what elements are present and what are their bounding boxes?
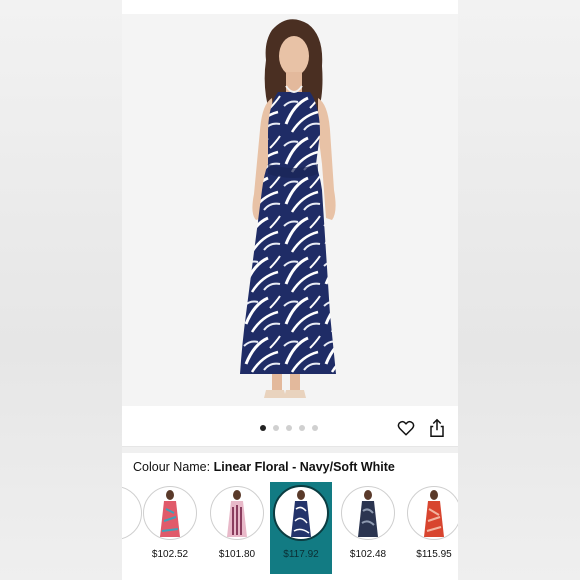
- background-left: [0, 0, 122, 580]
- product-card: Colour Name: Linear Floral - Navy/Soft W…: [122, 0, 458, 580]
- swatch-thumbnail: [407, 486, 458, 540]
- swatch-3-selected[interactable]: $117.92: [270, 482, 332, 574]
- swatch-5[interactable]: $115.95: [403, 482, 458, 574]
- colour-value: Linear Floral - Navy/Soft White: [213, 460, 395, 474]
- swatch-price: $101.80: [218, 549, 256, 560]
- swatch-thumbnail: [210, 486, 264, 540]
- top-strip: [122, 0, 458, 14]
- product-image: [240, 19, 336, 398]
- pagination-dot-1[interactable]: [260, 425, 266, 431]
- swatch-1[interactable]: $102.52: [139, 482, 201, 574]
- pagination-dot-4[interactable]: [299, 425, 305, 431]
- colour-swatches: $102.52 $101.80 $117.92 $102.48 $115.95: [122, 482, 458, 580]
- swatch-thumbnail: [273, 485, 329, 541]
- swatch-price: $117.92: [283, 549, 319, 560]
- section-divider: [122, 447, 458, 453]
- swatch-thumbnail: [341, 486, 395, 540]
- product-image-gallery[interactable]: [122, 14, 458, 406]
- colour-name-row: Colour Name: Linear Floral - Navy/Soft W…: [133, 460, 395, 474]
- share-icon[interactable]: [428, 418, 446, 438]
- pagination-dot-2[interactable]: [273, 425, 279, 431]
- swatch-2[interactable]: $101.80: [206, 482, 268, 574]
- colour-label: Colour Name:: [133, 460, 211, 474]
- background-right: [458, 0, 580, 580]
- swatch-price: $102.52: [151, 549, 189, 560]
- pagination-dot-5[interactable]: [312, 425, 318, 431]
- swatch-price: $115.95: [416, 549, 452, 560]
- heart-icon[interactable]: [397, 419, 415, 437]
- image-pagination: [260, 425, 318, 431]
- pagination-dot-3[interactable]: [286, 425, 292, 431]
- swatch-price: $102.48: [349, 549, 387, 560]
- swatch-4[interactable]: $102.48: [337, 482, 399, 574]
- gallery-controls: [122, 406, 458, 447]
- swatch-thumbnail: [143, 486, 197, 540]
